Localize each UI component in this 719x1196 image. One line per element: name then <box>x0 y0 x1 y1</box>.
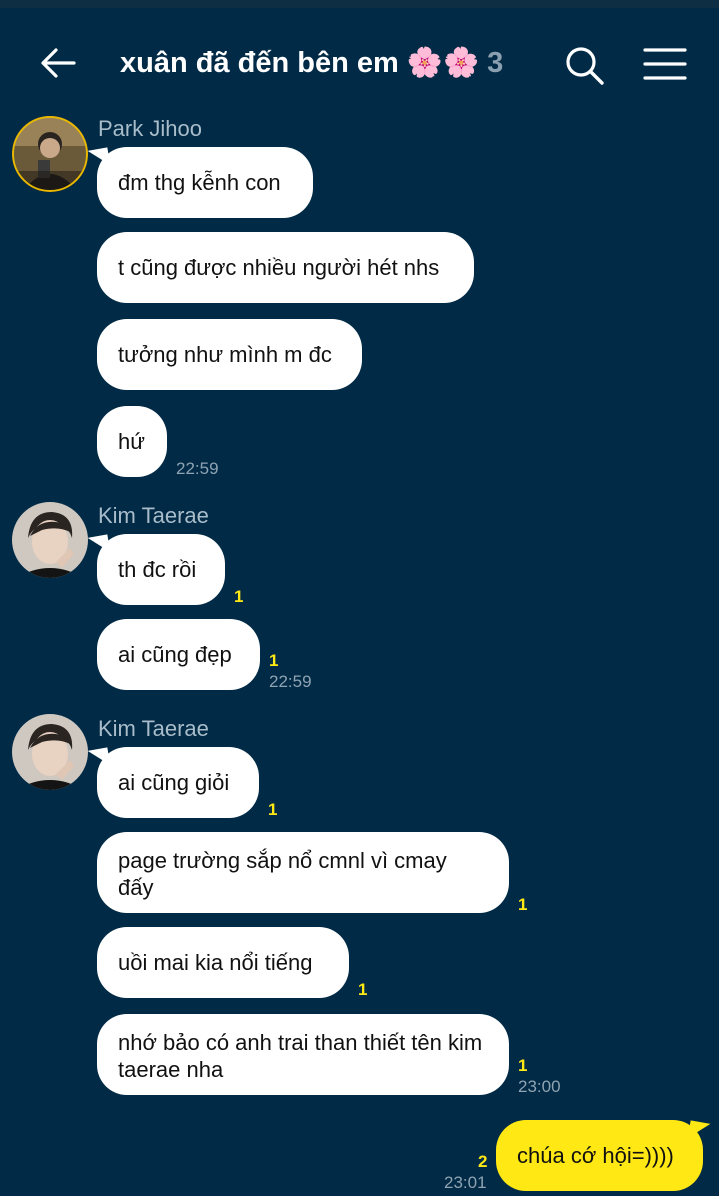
status-bar-strip <box>0 0 719 8</box>
message-bubble[interactable]: page trường sắp nổ cmnl vì cmay đấy <box>97 832 509 913</box>
message-text: page trường sắp nổ cmnl vì cmay đấy <box>118 848 447 900</box>
member-count: 3 <box>487 47 504 79</box>
message-bubble[interactable]: hứ <box>97 406 167 477</box>
message-bubble[interactable]: ai cũng đẹp <box>97 619 260 690</box>
message-text: ai cũng đẹp <box>118 642 232 667</box>
sender-name: Kim Taerae <box>98 503 209 528</box>
arrow-left-icon <box>41 48 76 78</box>
message-text: uồi mai kia nổi tiếng <box>118 950 313 975</box>
message-bubble[interactable]: tưởng như mình m đc <box>97 319 362 390</box>
message-bubble[interactable]: uồi mai kia nổi tiếng <box>97 927 349 998</box>
avatar-kim-taerae[interactable] <box>12 502 88 578</box>
chat-title: xuân đã đến bên em 🌸🌸 3 <box>120 46 503 80</box>
sender-name: Park Jihoo <box>98 116 202 141</box>
unread-count: 1 <box>358 980 368 999</box>
message-time: 22:59 <box>269 672 312 691</box>
sender-name: Kim Taerae <box>98 716 209 741</box>
avatar-photo <box>12 116 88 192</box>
unread-count: 1 <box>518 895 528 914</box>
back-button[interactable] <box>34 40 82 88</box>
unread-count: 1 <box>269 651 279 670</box>
avatar-photo <box>12 714 88 790</box>
message-text: nhớ bảo có anh trai than thiết tên kim t… <box>118 1030 483 1082</box>
search-icon <box>566 47 604 85</box>
chat-header: xuân đã đến bên em 🌸🌸 3 <box>0 8 719 116</box>
message-time: 22:59 <box>176 459 219 478</box>
unread-count: 1 <box>268 800 278 819</box>
message-text: đm thg kễnh con <box>118 170 281 195</box>
message-bubble[interactable]: nhớ bảo có anh trai than thiết tên kim t… <box>97 1014 509 1095</box>
message-bubble[interactable]: t cũng được nhiều người hét nhs <box>97 232 474 303</box>
message-bubble[interactable]: th đc rồi <box>97 534 225 605</box>
message-time: 23:00 <box>518 1077 561 1096</box>
message-text: t cũng được nhiều người hét nhs <box>118 255 440 280</box>
avatar-kim-taerae[interactable] <box>12 714 88 790</box>
message-text: ai cũng giỏi <box>118 770 230 795</box>
search-button[interactable] <box>560 42 608 90</box>
hamburger-menu-icon <box>643 48 687 80</box>
unread-count: 1 <box>518 1056 528 1075</box>
message-text: hứ <box>118 429 145 454</box>
message-time: 23:01 <box>444 1173 487 1192</box>
message-text: chúa cớ hội=)))) <box>517 1143 674 1168</box>
message-text: th đc rồi <box>118 557 197 582</box>
unread-count: 2 <box>478 1152 488 1171</box>
chat-room-name: xuân đã đến bên em 🌸🌸 <box>120 47 480 79</box>
message-bubble[interactable]: đm thg kễnh con <box>97 147 313 218</box>
unread-count: 1 <box>234 587 244 606</box>
my-message-bubble[interactable]: chúa cớ hội=)))) <box>496 1120 703 1191</box>
menu-button[interactable] <box>640 42 690 90</box>
avatar-photo <box>12 502 88 578</box>
avatar-park-jihoo[interactable] <box>12 116 88 192</box>
message-bubble[interactable]: ai cũng giỏi <box>97 747 259 818</box>
message-text: tưởng như mình m đc <box>118 342 332 367</box>
